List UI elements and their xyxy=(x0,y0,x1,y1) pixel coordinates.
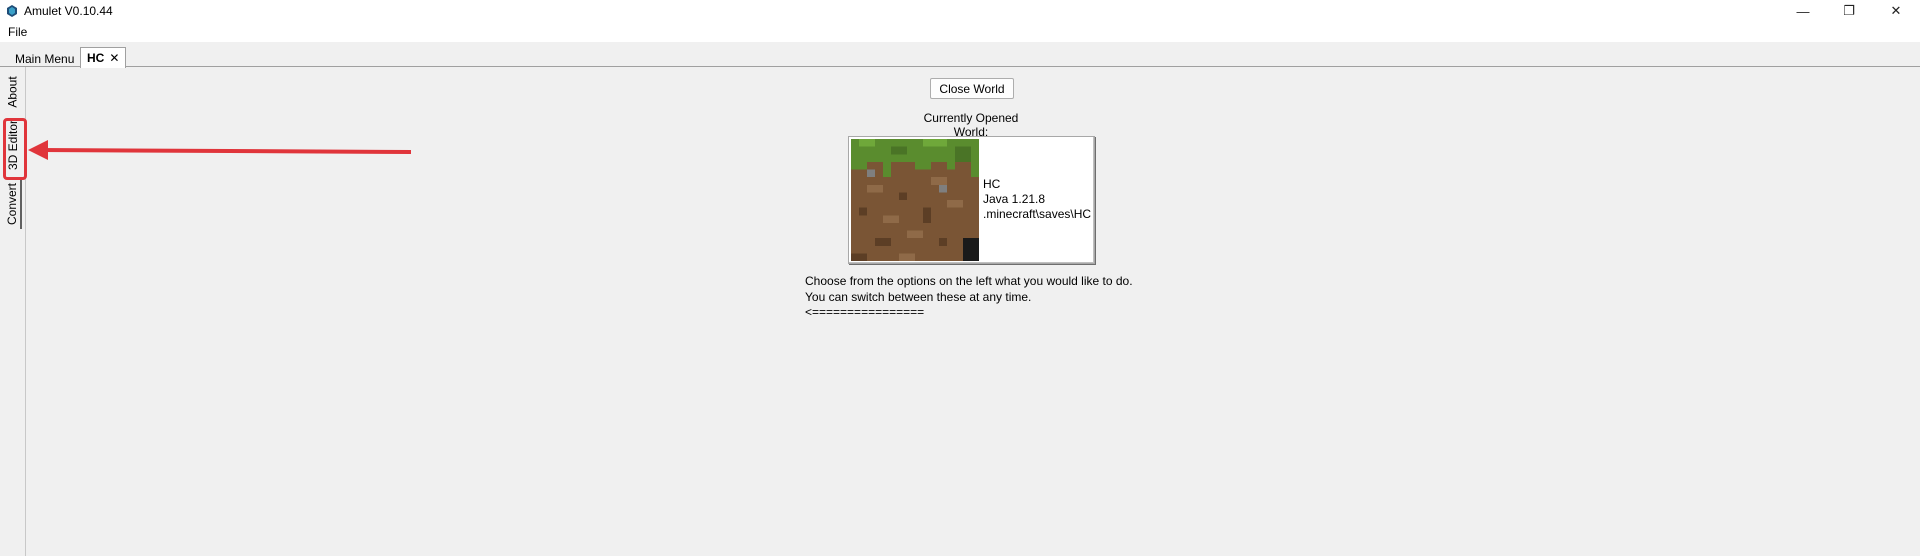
tab-label: Main Menu xyxy=(15,52,75,66)
world-thumbnail xyxy=(851,139,979,261)
world-path: .minecraft\saves\HC xyxy=(983,207,1091,221)
minimize-button[interactable]: — xyxy=(1780,0,1826,22)
title-bar: Amulet V0.10.44 — ❐ ✕ xyxy=(0,0,1920,22)
side-tab-convert[interactable]: Convert xyxy=(4,179,22,229)
world-info: HC Java 1.21.8 .minecraft\saves\HC xyxy=(983,177,1091,222)
close-icon: ✕ xyxy=(1890,3,1902,18)
instruction-line: You can switch between these at any time… xyxy=(805,289,1032,304)
side-tab-label: About xyxy=(6,76,21,108)
restore-button[interactable]: ❐ xyxy=(1826,0,1872,22)
minimize-icon: — xyxy=(1796,3,1810,19)
instruction-line: Choose from the options on the left what… xyxy=(805,274,1133,288)
close-tab-icon[interactable]: ✕ xyxy=(109,51,119,65)
world-name: HC xyxy=(983,177,1001,191)
tab-main-menu[interactable]: Main Menu xyxy=(8,48,81,67)
window-title: Amulet V0.10.44 xyxy=(24,4,113,18)
amulet-logo-icon xyxy=(7,5,17,17)
highlight-box xyxy=(3,118,27,180)
close-window-button[interactable]: ✕ xyxy=(1873,0,1919,22)
tab-hc[interactable]: HC ✕ xyxy=(80,47,127,68)
tab-label: HC xyxy=(87,51,105,65)
pointer-arrow-icon xyxy=(28,140,412,160)
side-tab-label: Convert xyxy=(5,182,19,226)
instruction-line: <================ xyxy=(805,305,925,319)
menu-file[interactable]: File xyxy=(8,25,27,39)
world-version: Java 1.21.8 xyxy=(983,192,1046,206)
menu-bar: File xyxy=(0,22,1920,42)
tab-bar: Main Menu HC ✕ xyxy=(0,42,1920,68)
instructions-text: Choose from the options on the left what… xyxy=(805,274,1133,321)
currently-opened-label: Currently Opened World: xyxy=(923,111,1019,139)
restore-icon: ❐ xyxy=(1843,3,1855,18)
world-card[interactable]: HC Java 1.21.8 .minecraft\saves\HC xyxy=(848,136,1095,264)
side-tab-about[interactable]: About xyxy=(4,72,22,112)
close-world-button[interactable]: Close World xyxy=(930,78,1014,99)
